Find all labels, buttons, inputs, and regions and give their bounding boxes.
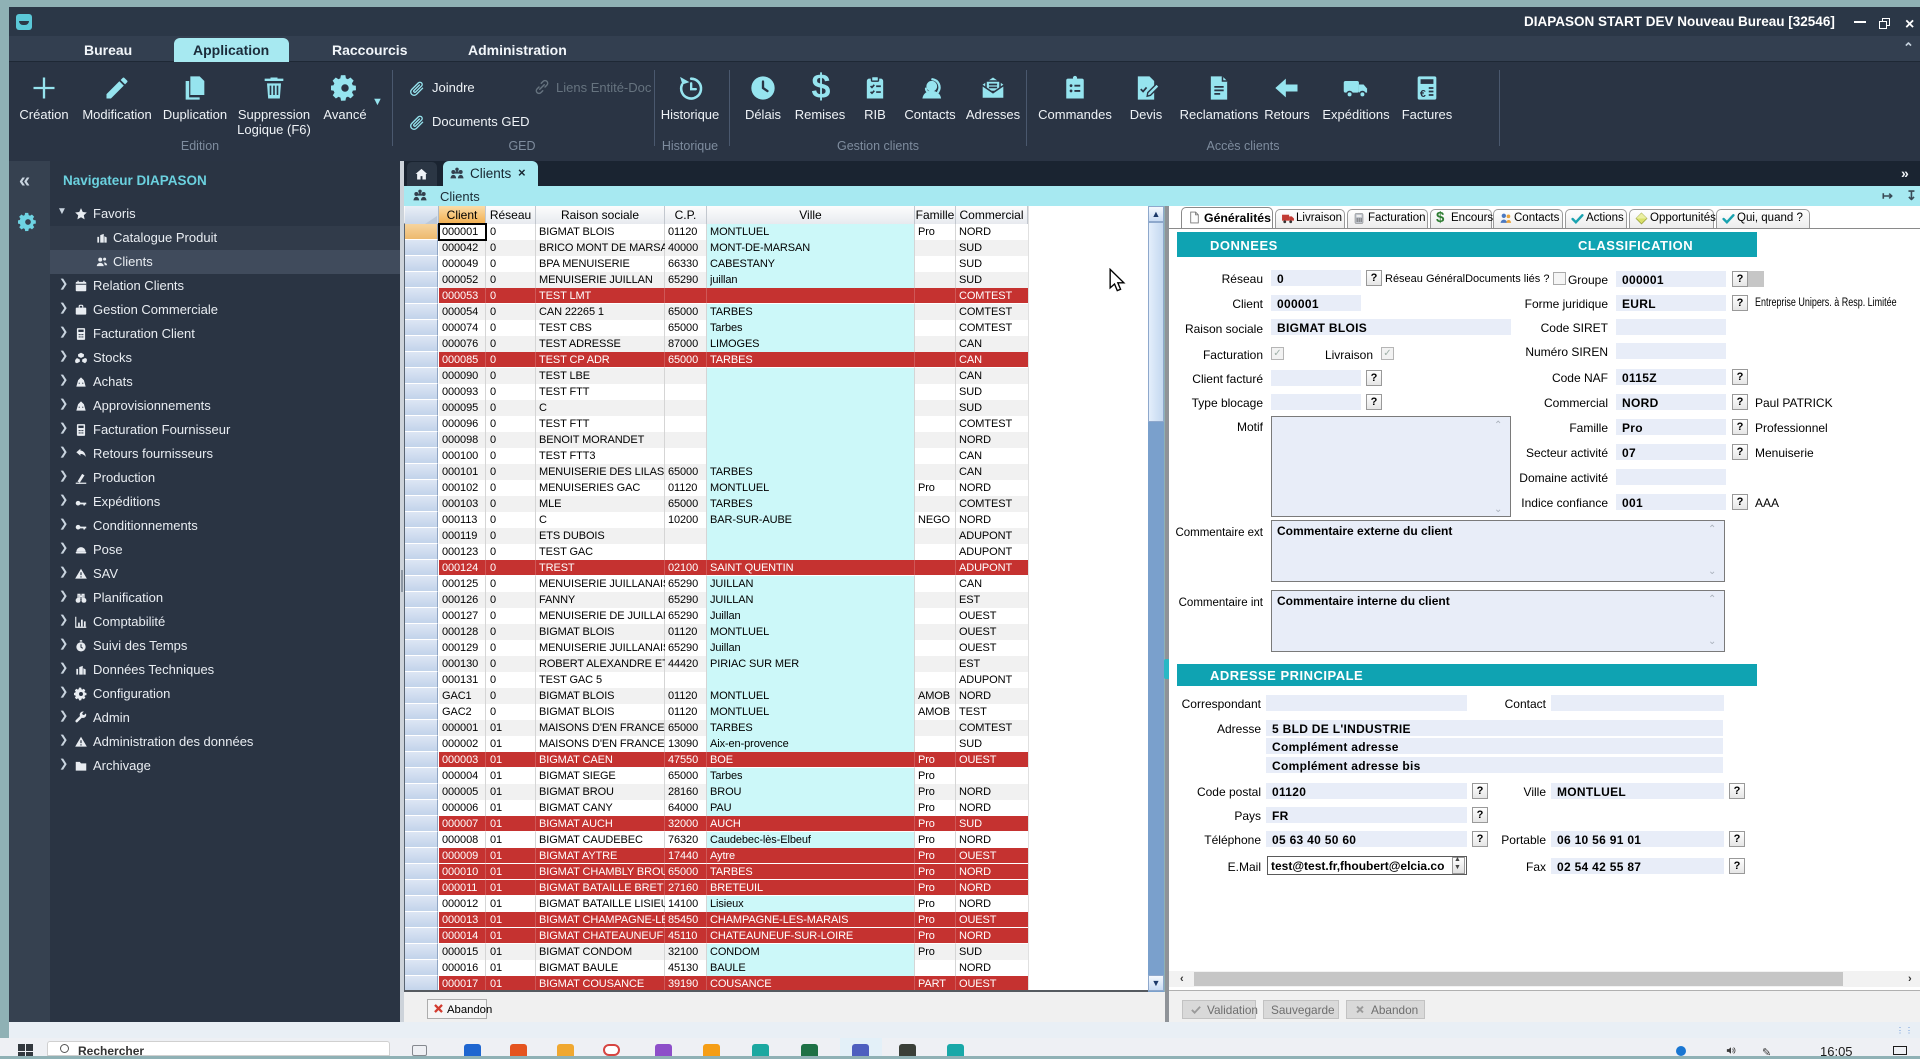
svg-text:€: € (1420, 88, 1426, 100)
